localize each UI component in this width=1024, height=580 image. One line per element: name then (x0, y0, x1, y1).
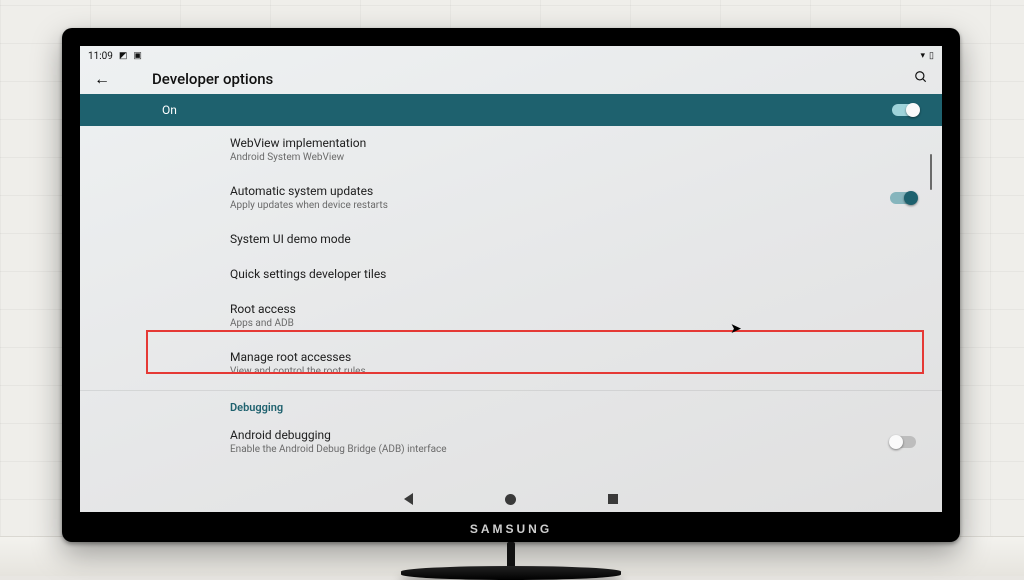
row-title: Automatic system updates (230, 184, 920, 198)
section-divider (80, 390, 942, 391)
row-subtitle: Android System WebView (230, 152, 920, 163)
toggle-auto-updates[interactable] (890, 192, 916, 204)
master-toggle-bar[interactable]: On (80, 94, 942, 126)
monitor-bezel: 11:09 ◩ ▣ ▾ ▯ ← Developer options On (80, 46, 942, 512)
annotation-highlight (146, 330, 924, 374)
status-time: 11:09 (88, 51, 113, 62)
search-icon[interactable] (914, 70, 928, 88)
status-bar: 11:09 ◩ ▣ ▾ ▯ (80, 46, 942, 64)
wifi-icon: ▾ (921, 52, 926, 61)
nav-home-icon[interactable] (505, 494, 516, 505)
section-header-debugging: Debugging (230, 393, 920, 418)
row-title: Quick settings developer tiles (230, 267, 920, 281)
notification-icon: ▣ (133, 52, 142, 61)
monitor-frame: 11:09 ◩ ▣ ▾ ▯ ← Developer options On (62, 28, 960, 542)
row-title: Android debugging (230, 428, 920, 442)
monitor-brand: SAMSUNG (62, 522, 960, 536)
master-toggle-label: On (162, 103, 177, 117)
master-toggle-switch[interactable] (892, 104, 918, 116)
row-subtitle: Apply updates when device restarts (230, 200, 920, 211)
monitor-base (401, 566, 621, 580)
row-title: System UI demo mode (230, 232, 920, 246)
row-subtitle: Enable the Android Debug Bridge (ADB) in… (230, 444, 920, 455)
row-title: WebView implementation (230, 136, 920, 150)
navigation-bar (80, 486, 942, 512)
page-title: Developer options (152, 70, 273, 88)
toggle-android-debugging[interactable] (890, 436, 916, 448)
app-bar: ← Developer options (80, 64, 942, 94)
nav-recent-icon[interactable] (608, 494, 618, 504)
settings-list: WebView implementation Android System We… (80, 126, 942, 466)
android-screen: 11:09 ◩ ▣ ▾ ▯ ← Developer options On (80, 46, 942, 512)
row-automatic-system-updates[interactable]: Automatic system updates Apply updates w… (230, 174, 920, 222)
back-icon[interactable]: ← (94, 69, 110, 89)
nav-back-icon[interactable] (404, 493, 413, 505)
row-title: Root access (230, 302, 920, 316)
row-quick-settings-tiles[interactable]: Quick settings developer tiles (230, 257, 920, 292)
row-subtitle: Apps and ADB (230, 318, 920, 329)
battery-icon: ▯ (929, 52, 934, 61)
mouse-cursor-icon: ➤ (730, 322, 742, 338)
scrollbar[interactable] (930, 154, 932, 190)
notification-icon: ◩ (119, 52, 128, 61)
row-system-ui-demo-mode[interactable]: System UI demo mode (230, 222, 920, 257)
row-android-debugging[interactable]: Android debugging Enable the Android Deb… (230, 418, 920, 466)
row-webview-implementation[interactable]: WebView implementation Android System We… (230, 126, 920, 174)
